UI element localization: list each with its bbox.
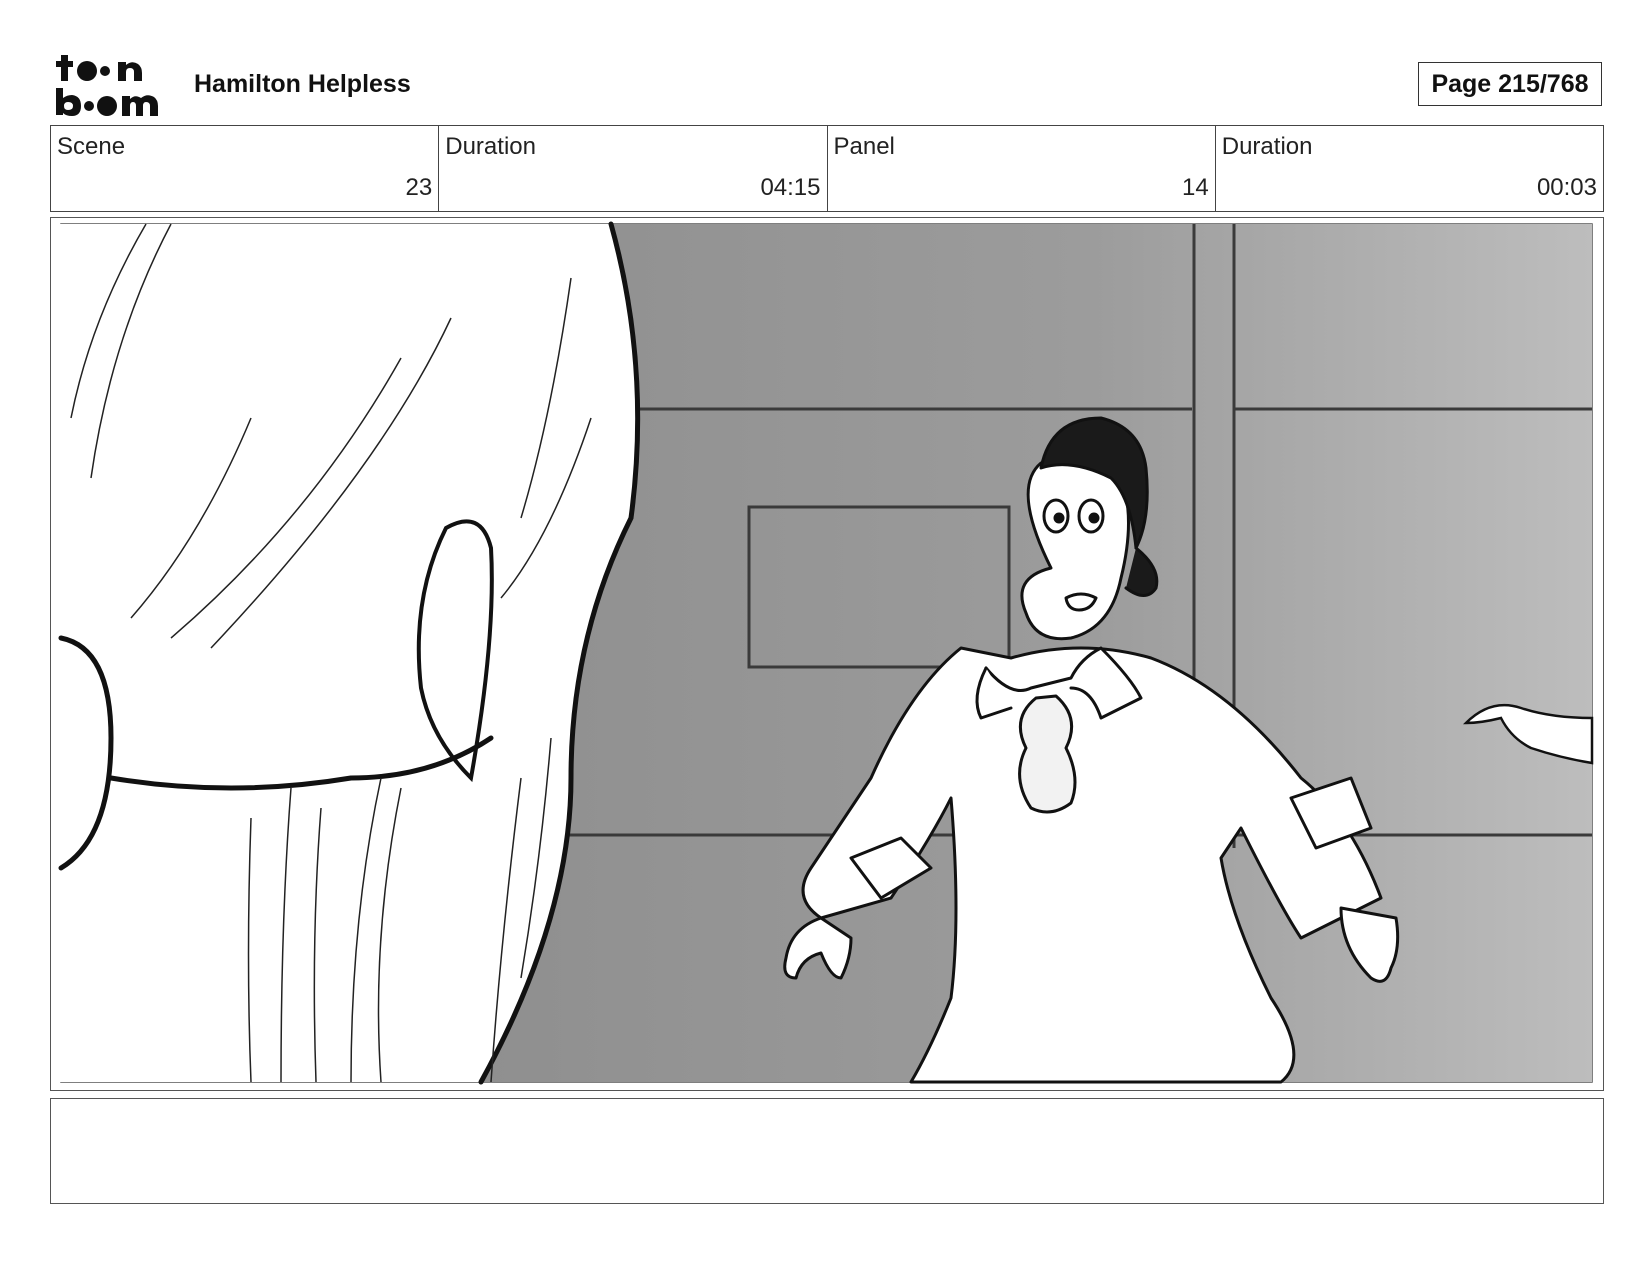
scene-duration-value: 04:15 bbox=[760, 174, 821, 201]
scene-label: Scene bbox=[57, 133, 126, 160]
panel-cell: Panel 14 bbox=[828, 126, 1216, 211]
scene-value: 23 bbox=[405, 174, 433, 201]
scene-duration-label: Duration bbox=[445, 133, 536, 160]
scene-info-table: Scene 23 Duration 04:15 Panel 14 Duratio… bbox=[50, 125, 1604, 212]
scene-duration-cell: Duration 04:15 bbox=[439, 126, 828, 211]
toonboom-logo-icon bbox=[54, 52, 172, 118]
panel-label: Panel bbox=[833, 133, 895, 160]
scene-cell: Scene 23 bbox=[51, 126, 440, 211]
storyboard-sketch-image bbox=[51, 221, 1594, 1085]
panel-value: 14 bbox=[1182, 174, 1209, 201]
panel-duration-value: 00:03 bbox=[1536, 174, 1597, 201]
project-title: Hamilton Helpless bbox=[194, 70, 411, 98]
panel-duration-label: Duration bbox=[1221, 133, 1313, 160]
page-indicator: Page 215/768 bbox=[1418, 62, 1602, 106]
panel-notes-box bbox=[50, 1098, 1604, 1204]
storyboard-panel bbox=[50, 217, 1604, 1091]
panel-duration-cell: Duration 00:03 bbox=[1216, 126, 1603, 211]
